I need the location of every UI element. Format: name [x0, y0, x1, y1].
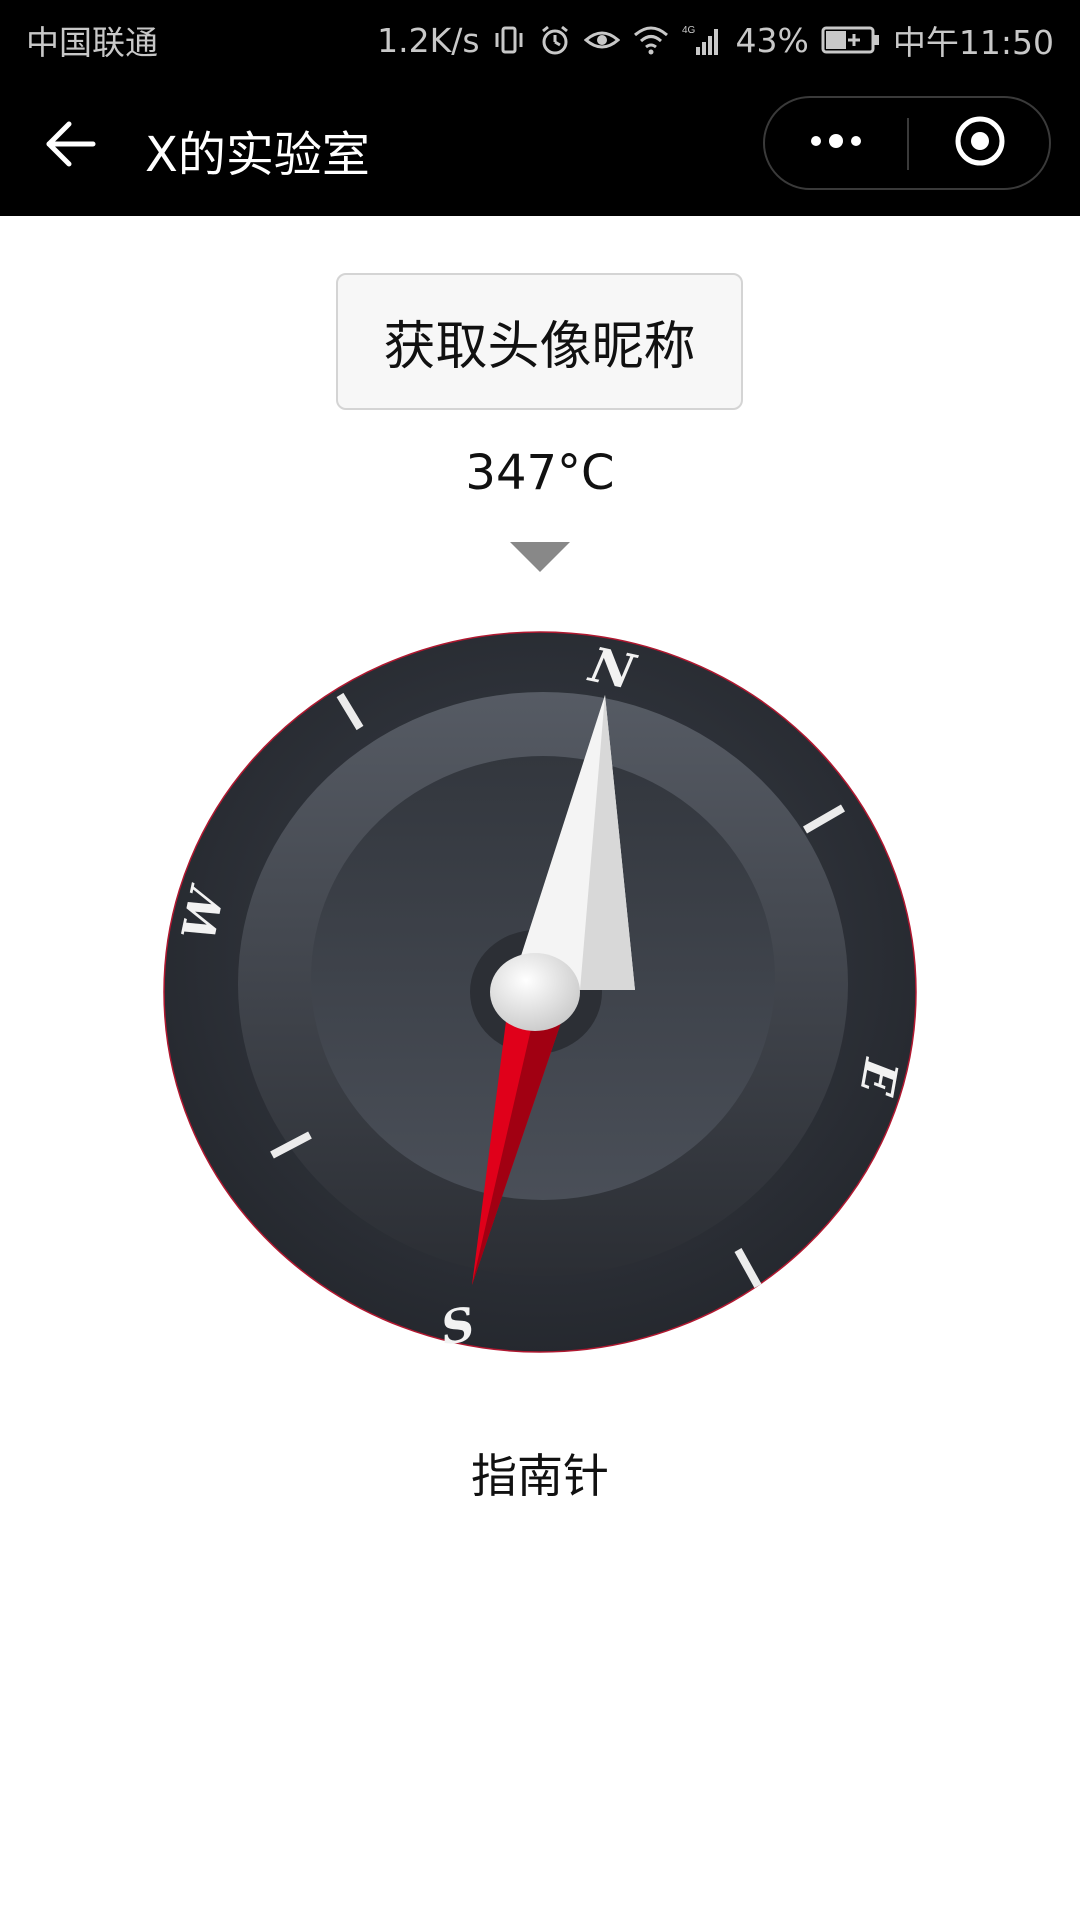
signal-icon: 4G	[682, 23, 724, 57]
compass: N E S W	[160, 630, 920, 1355]
eye-icon	[583, 23, 620, 57]
network-type-label: 4G	[682, 25, 696, 36]
back-button[interactable]	[36, 111, 106, 181]
menu-capsule	[763, 96, 1051, 190]
more-button[interactable]	[765, 98, 907, 188]
page-title: X的实验室	[145, 127, 370, 183]
compass-label: 指南针	[471, 1449, 609, 1503]
nav-bar: X的实验室	[0, 75, 1080, 216]
clock-time: 中午11:50	[892, 23, 1054, 62]
more-dots-icon	[806, 131, 866, 155]
direction-marker-icon	[510, 542, 570, 572]
battery-charging-icon	[821, 25, 881, 55]
vibrate-icon	[492, 23, 526, 57]
close-button[interactable]	[909, 98, 1051, 188]
heading-readout: 347°C	[465, 445, 615, 501]
status-right-group: 1.2K/s 4G 43% 中午11:50	[377, 16, 1054, 64]
get-avatar-nickname-button[interactable]: 获取头像昵称	[336, 273, 743, 410]
arrow-left-icon	[43, 116, 99, 176]
target-circle-icon	[953, 114, 1007, 172]
net-speed: 1.2K/s	[377, 20, 480, 60]
needle-cap	[490, 953, 580, 1031]
alarm-icon	[538, 23, 572, 57]
status-bar: 中国联通 1.2K/s 4G 43% 中午11:50	[0, 0, 1080, 75]
battery-percent: 43%	[735, 20, 809, 60]
carrier-name: 中国联通	[26, 23, 158, 62]
wifi-icon	[632, 23, 670, 57]
